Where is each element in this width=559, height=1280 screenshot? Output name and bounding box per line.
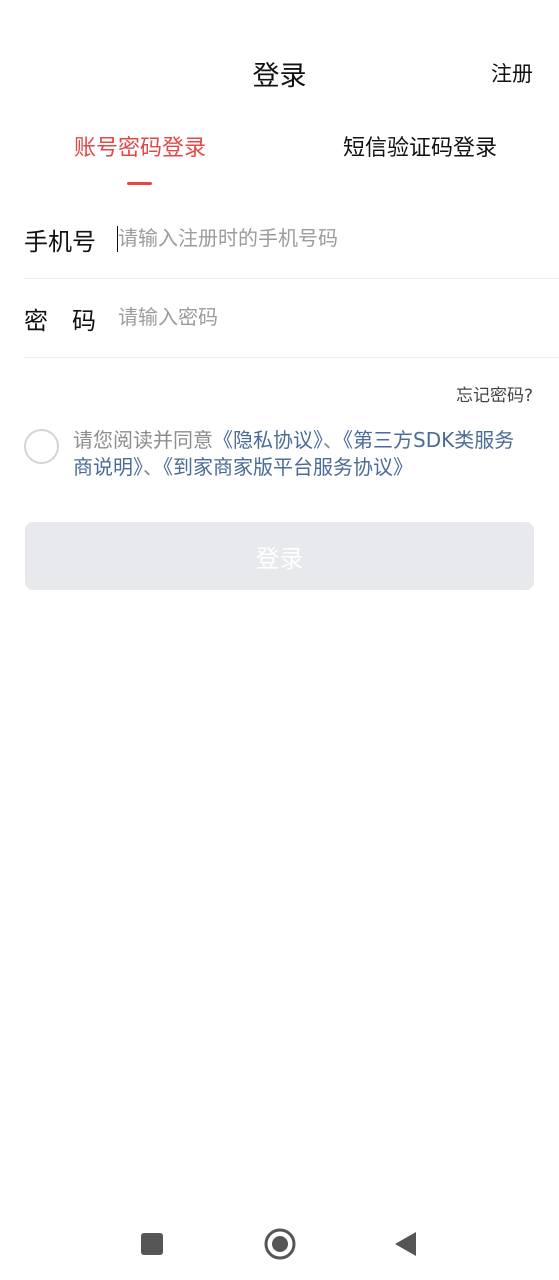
- password-input[interactable]: [118, 297, 518, 337]
- privacy-agreement-link[interactable]: 《隐私协议》: [213, 428, 323, 452]
- phone-row: 手机号: [24, 200, 559, 279]
- square-recent-icon[interactable]: [134, 1226, 170, 1262]
- phone-input[interactable]: [118, 218, 518, 258]
- text-cursor: [117, 226, 118, 252]
- login-tabs: 账号密码登录 短信验证码登录: [0, 120, 559, 196]
- password-row: 密 码: [24, 279, 559, 358]
- platform-service-agreement-link[interactable]: 《到家商家版平台服务协议》: [163, 455, 413, 479]
- password-label: 密 码: [24, 307, 96, 335]
- register-link[interactable]: 注册: [491, 58, 533, 88]
- tab-sms-code[interactable]: 短信验证码登录: [343, 130, 497, 162]
- triangle-back-icon[interactable]: [388, 1226, 424, 1262]
- page-title: 登录: [252, 61, 307, 92]
- tab-account-password[interactable]: 账号密码登录: [74, 130, 206, 162]
- active-tab-indicator: [127, 182, 152, 185]
- forgot-password-link[interactable]: 忘记密码?: [456, 381, 533, 406]
- agreement-separator: 、: [143, 455, 163, 479]
- agreement-checkbox[interactable]: [24, 429, 59, 464]
- agreement-prefix: 请您阅读并同意: [73, 428, 213, 452]
- agreement-text: 请您阅读并同意《隐私协议》、《第三方SDK类服务商说明》、《到家商家版平台服务协…: [73, 427, 533, 481]
- header: 登录 注册: [0, 40, 559, 106]
- agreement-separator: 、: [323, 428, 343, 452]
- system-nav-bar: [0, 1210, 559, 1280]
- login-button[interactable]: 登录: [25, 522, 534, 590]
- phone-label: 手机号: [24, 228, 96, 256]
- circle-home-icon[interactable]: [262, 1226, 298, 1262]
